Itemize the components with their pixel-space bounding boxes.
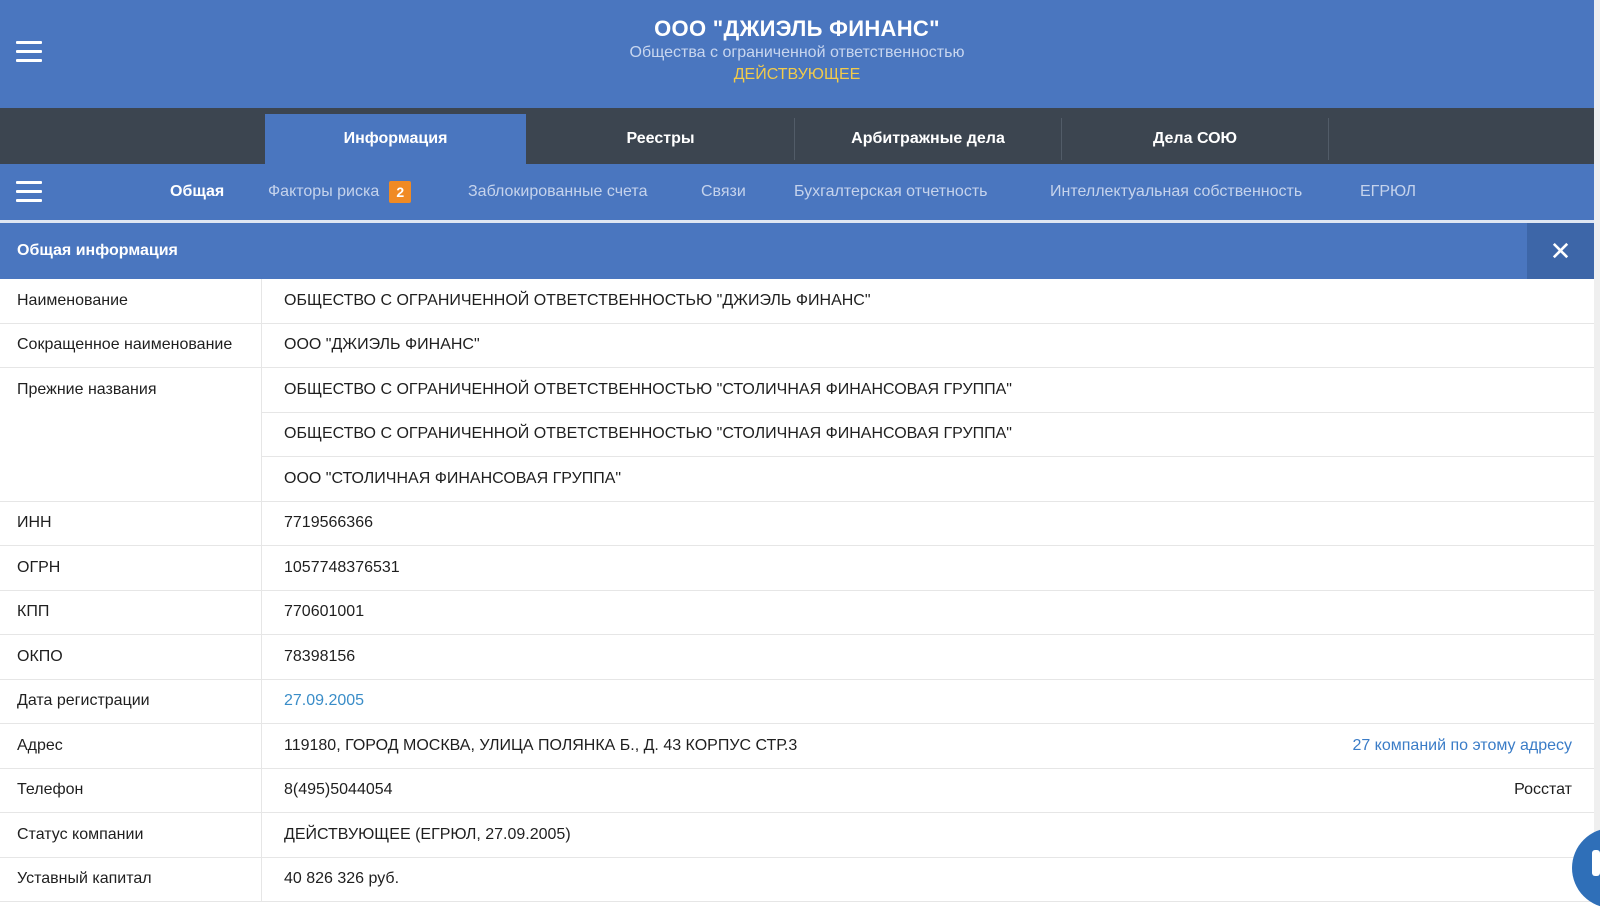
- subnav-egrul[interactable]: ЕГРЮЛ: [1360, 164, 1416, 220]
- tab-separator: [1328, 118, 1329, 160]
- row-label: КПП: [0, 590, 262, 635]
- table-row: ОКПО 78398156: [0, 634, 1594, 680]
- subnav-general-label: Общая: [170, 183, 225, 200]
- subnav-accounting-reports[interactable]: Бухгалтерская отчетность: [794, 164, 987, 220]
- short-name-value: ООО "ДЖИЭЛЬ ФИНАНС": [261, 323, 1594, 368]
- former-name-value: ООО "СТОЛИЧНАЯ ФИНАНСОВАЯ ГРУППА": [261, 456, 1594, 502]
- table-row: ОГРН 1057748376531: [0, 545, 1594, 591]
- table-row: Статус компании ДЕЙСТВУЮЩЕЕ (ЕГРЮЛ, 27.0…: [0, 812, 1594, 858]
- phone-cell: 8(495)5044054 Росстат: [261, 768, 1594, 813]
- phone-source: Росстат: [1514, 781, 1572, 799]
- table-row: Дата регистрации 27.09.2005: [0, 679, 1594, 724]
- hamburger-menu-icon[interactable]: [16, 181, 42, 203]
- address-cell: 119180, ГОРОД МОСКВА, УЛИЦА ПОЛЯНКА Б., …: [261, 723, 1594, 769]
- row-label: ОКПО: [0, 634, 262, 680]
- kpp-value: 770601001: [261, 590, 1594, 635]
- row-label: Дата регистрации: [0, 679, 262, 724]
- main-tabs: Информация Реестры Арбитражные дела Дела…: [0, 108, 1594, 164]
- inn-value: 7719566366: [261, 501, 1594, 546]
- table-row: Прежние названия ОБЩЕСТВО С ОГРАНИЧЕННОЙ…: [0, 367, 1594, 502]
- address-value: 119180, ГОРОД МОСКВА, УЛИЦА ПОЛЯНКА Б., …: [284, 736, 798, 754]
- table-row: Телефон 8(495)5044054 Росстат: [0, 768, 1594, 813]
- subnav-intellectual-property-label: Интеллектуальная собственность: [1050, 183, 1303, 200]
- scrollbar[interactable]: [1594, 0, 1600, 895]
- section-title: Общая информация: [17, 242, 178, 259]
- company-info-table: Наименование ОБЩЕСТВО С ОГРАНИЧЕННОЙ ОТВ…: [0, 279, 1594, 902]
- table-row: Сокращенное наименование ООО "ДЖИЭЛЬ ФИН…: [0, 323, 1594, 368]
- phone-value: 8(495)5044054: [284, 781, 393, 799]
- subnav-accounting-reports-label: Бухгалтерская отчетность: [794, 183, 988, 200]
- table-row: КПП 770601001: [0, 590, 1594, 635]
- registration-date-cell: 27.09.2005: [261, 679, 1594, 724]
- row-label: ОГРН: [0, 545, 262, 591]
- company-header: ООО "ДЖИЭЛЬ ФИНАНС" Общества с ограничен…: [0, 0, 1594, 108]
- okpo-value: 78398156: [261, 634, 1594, 680]
- subnav-risk-factors-label: Факторы риска: [268, 183, 380, 200]
- risk-count-badge: 2: [389, 180, 412, 203]
- company-legal-form: Общества с ограниченной ответственностью: [629, 44, 965, 61]
- subnav-blocked-accounts[interactable]: Заблокированные счета: [468, 164, 647, 220]
- tab-arbitration-cases[interactable]: Арбитражные дела: [795, 114, 1061, 164]
- subnav-egrul-label: ЕГРЮЛ: [1360, 183, 1416, 200]
- company-status-label: ДЕЙСТВУЮЩЕЕ: [733, 66, 861, 83]
- row-label: Сокращенное наименование: [0, 323, 262, 368]
- company-status-value: ДЕЙСТВУЮЩЕЕ (ЕГРЮЛ, 27.09.2005): [261, 812, 1594, 858]
- close-icon[interactable]: ✕: [1527, 223, 1594, 279]
- table-row: Наименование ОБЩЕСТВО С ОГРАНИЧЕННОЙ ОТВ…: [0, 279, 1594, 324]
- row-label: Адрес: [0, 723, 262, 769]
- former-name-value: ОБЩЕСТВО С ОГРАНИЧЕННОЙ ОТВЕТСТВЕННОСТЬЮ…: [261, 412, 1594, 457]
- table-row: Адрес 119180, ГОРОД МОСКВА, УЛИЦА ПОЛЯНК…: [0, 723, 1594, 769]
- subnav-connections[interactable]: Связи: [701, 164, 746, 220]
- tab-information[interactable]: Информация: [265, 114, 526, 164]
- company-title: ООО "ДЖИЭЛЬ ФИНАНС": [654, 16, 940, 41]
- row-label: ИНН: [0, 501, 262, 546]
- subnav-intellectual-property[interactable]: Интеллектуальная собственность: [1050, 164, 1302, 220]
- registration-date-link[interactable]: 27.09.2005: [284, 692, 364, 709]
- tab-court-cases[interactable]: Дела СОЮ: [1062, 114, 1328, 164]
- sub-navigation: Общая Факторы риска 2 Заблокированные сче…: [0, 164, 1594, 220]
- row-label: Прежние названия: [0, 367, 262, 502]
- subnav-general[interactable]: Общая: [170, 164, 224, 220]
- subnav-blocked-accounts-label: Заблокированные счета: [468, 183, 648, 200]
- row-label: Статус компании: [0, 812, 262, 858]
- former-name-value: ОБЩЕСТВО С ОГРАНИЧЕННОЙ ОТВЕТСТВЕННОСТЬЮ…: [261, 367, 1594, 413]
- tab-registries[interactable]: Реестры: [527, 114, 794, 164]
- row-label: Телефон: [0, 768, 262, 813]
- row-label: Наименование: [0, 279, 262, 324]
- subnav-connections-label: Связи: [701, 183, 746, 200]
- subnav-risk-factors[interactable]: Факторы риска 2: [268, 164, 412, 220]
- table-row: ИНН 7719566366: [0, 501, 1594, 546]
- ogrn-value: 1057748376531: [261, 545, 1594, 591]
- section-header: Общая информация ✕: [0, 223, 1594, 279]
- full-name-value: ОБЩЕСТВО С ОГРАНИЧЕННОЙ ОТВЕТСТВЕННОСТЬЮ…: [261, 279, 1594, 324]
- companies-at-address-link[interactable]: 27 компаний по этому адресу: [1352, 737, 1572, 755]
